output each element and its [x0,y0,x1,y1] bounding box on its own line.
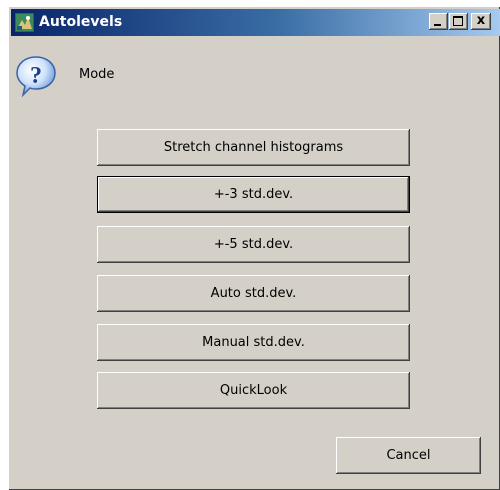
std-dev-5-button[interactable]: +-5 std.dev. [97,226,410,263]
svg-text:?: ? [30,63,42,89]
window-title: Autolevels [39,14,123,30]
close-button[interactable]: x [471,13,491,30]
auto-std-dev-button[interactable]: Auto std.dev. [97,275,410,312]
app-icon [15,13,34,32]
std-dev-3-button[interactable]: +-3 std.dev. [97,176,410,213]
minimize-button[interactable] [429,13,448,30]
mode-label: Mode [79,67,115,82]
manual-std-dev-button[interactable]: Manual std.dev. [97,324,410,361]
question-icon: ? [16,56,56,98]
maximize-button[interactable] [449,13,468,30]
stretch-histograms-button[interactable]: Stretch channel histograms [97,129,410,166]
title-bar[interactable]: Autolevels x [11,9,500,36]
cancel-button[interactable]: Cancel [336,437,481,474]
close-icon: x [476,13,486,28]
quicklook-button[interactable]: QuickLook [97,372,410,409]
